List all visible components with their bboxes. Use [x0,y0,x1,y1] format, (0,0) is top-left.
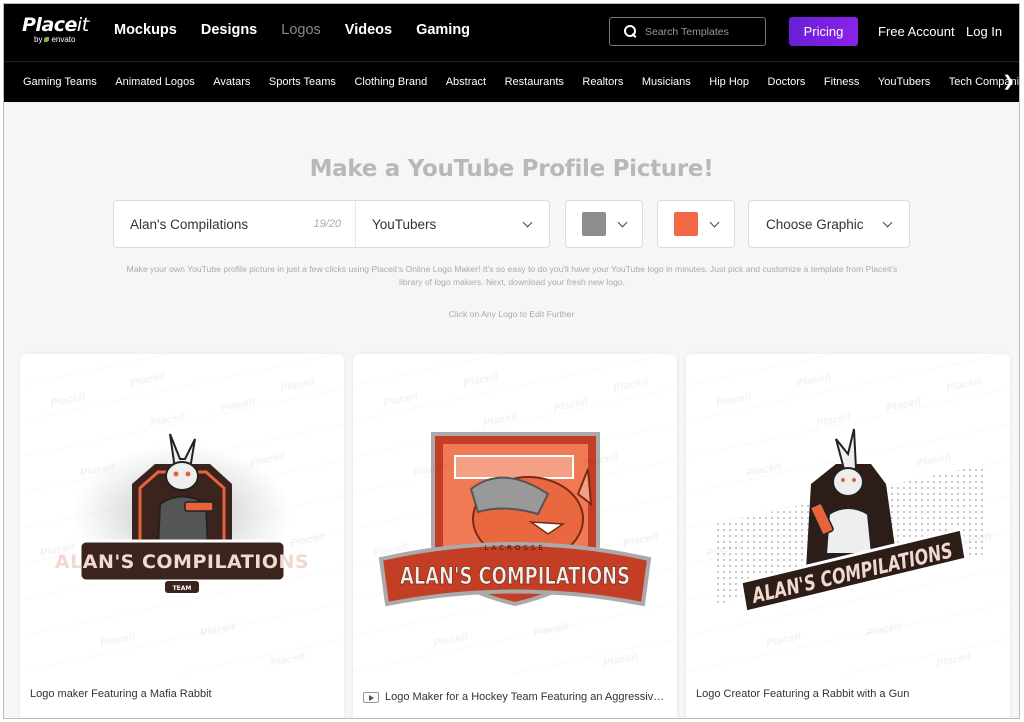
category-avatars[interactable]: Avatars [213,76,250,88]
video-template-icon [363,691,379,703]
category-bar: Gaming Teams Animated Logos Avatars Sports … [4,61,1019,102]
template-caption: Logo maker Featuring a Mafia Rabbit [30,688,334,700]
nav-videos[interactable]: Videos [345,22,392,38]
template-title: Logo Maker for a Hockey Team Featuring a… [385,691,667,703]
color2-picker[interactable] [657,200,735,248]
template-caption: Logo Creator Featuring a Rabbit with a G… [696,688,1000,700]
color1-picker[interactable] [565,200,643,248]
template-preview: ALAN'S COMPILATIONS Placeit Placeit Placei… [686,354,1010,674]
free-account-link[interactable]: Free Account [878,24,955,39]
category-restaurants[interactable]: Restaurants [505,76,564,88]
placeit-logo[interactable]: Placeit by envato [22,14,89,45]
template-card[interactable]: LACROSSE ALAN'S COMPILATIONS Placeit Plac… [353,354,677,718]
template-card[interactable]: ALAN'S COMPILATIONS Placeit Placeit Placei… [686,354,1010,718]
chevron-down-icon [882,217,893,227]
search-icon [624,25,637,38]
logo-name-input[interactable]: Alan's Compilations 19/20 [114,201,356,247]
search-placeholder: Search Templates [645,25,729,38]
logo-subtext: TEAM [173,585,192,592]
logo-text: ALAN'S COMPILATIONS [400,562,630,590]
template-caption: Logo Maker for a Hockey Team Featuring a… [363,691,667,703]
page-description: Make your own YouTube profile picture in… [126,264,898,287]
category-musicians[interactable]: Musicians [642,76,691,88]
template-title: Logo Creator Featuring a Rabbit with a G… [696,688,910,700]
template-title: Logo maker Featuring a Mafia Rabbit [30,688,212,700]
nav-gaming[interactable]: Gaming [416,22,470,38]
chevron-right-icon[interactable]: ❯ [1002,72,1015,90]
search-input[interactable]: Search Templates [609,17,766,46]
category-clothing-brand[interactable]: Clothing Brand [354,76,427,88]
color2-swatch [674,212,698,236]
logo-byline: by [34,35,43,44]
chevron-down-icon [522,217,533,227]
logo-subtext: LACROSSE [484,544,545,552]
chevron-down-icon [617,217,628,227]
industry-select[interactable]: YouTubers [356,217,549,232]
nav-designs[interactable]: Designs [201,22,257,38]
browser-viewport: Placeit by envato Mockups Designs Logos V… [3,3,1020,719]
category-youtubers[interactable]: YouTubers [878,76,930,88]
color1-swatch [582,212,606,236]
category-realtors[interactable]: Realtors [582,76,623,88]
template-preview: ALAN'S COMPILATIONS TEAM Placeit Placeit P… [20,354,344,674]
nav-mockups[interactable]: Mockups [114,22,177,38]
choose-graphic-select[interactable]: Choose Graphic [748,200,910,248]
category-doctors[interactable]: Doctors [768,76,806,88]
nav-logos[interactable]: Logos [281,22,321,38]
template-card[interactable]: ALAN'S COMPILATIONS TEAM Placeit Placeit P… [20,354,344,718]
logo-text: ALAN'S COMPILATIONS [55,551,309,573]
chevron-down-icon [709,217,720,227]
page-title: Make a YouTube Profile Picture! [309,156,714,182]
industry-selected: YouTubers [372,216,437,232]
category-list: Gaming Teams Animated Logos Avatars Sports … [23,76,1019,88]
logo-parent: envato [51,35,76,44]
envato-leaf-icon [44,37,50,42]
top-navbar: Placeit by envato Mockups Designs Logos V… [4,4,1019,61]
category-sports-teams[interactable]: Sports Teams [269,76,336,88]
character-count: 19/20 [313,218,341,230]
logo-wordmark-suffix: it [76,14,89,36]
template-preview: LACROSSE ALAN'S COMPILATIONS Placeit Plac… [353,354,677,674]
edit-hint: Click on Any Logo to Edit Further [448,309,575,319]
logo-wordmark: Place [22,14,77,36]
choose-graphic-label: Choose Graphic [766,216,864,232]
category-gaming-teams[interactable]: Gaming Teams [23,76,97,88]
logo-name-and-industry: Alan's Compilations 19/20 YouTubers [113,200,550,248]
category-fitness[interactable]: Fitness [824,76,859,88]
category-hip-hop[interactable]: Hip Hop [709,76,749,88]
category-animated-logos[interactable]: Animated Logos [115,76,195,88]
category-abstract[interactable]: Abstract [446,76,486,88]
logo-name-value: Alan's Compilations [130,216,249,232]
main-nav: Mockups Designs Logos Videos Gaming [114,22,494,38]
login-link[interactable]: Log In [966,24,1002,39]
pricing-button[interactable]: Pricing [789,17,858,46]
